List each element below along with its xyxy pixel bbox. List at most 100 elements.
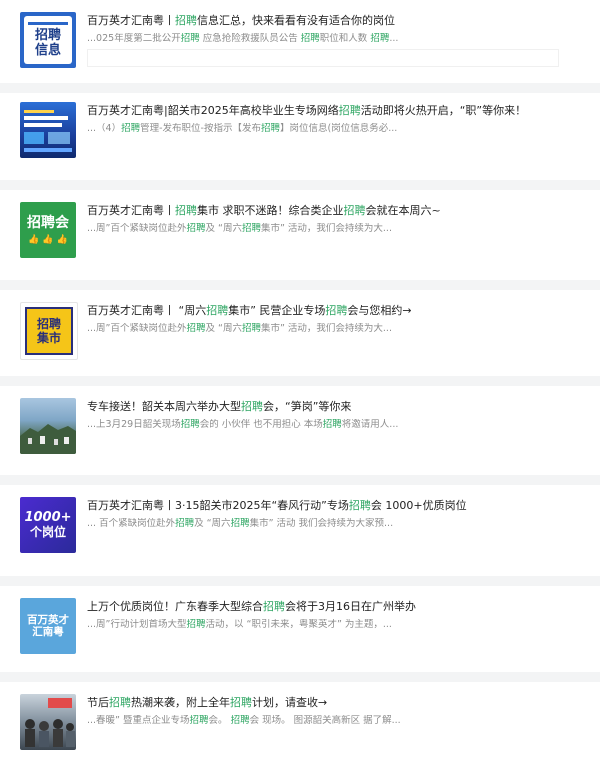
keyword-highlight: 招聘 [230, 518, 250, 529]
list-item[interactable]: 招聘会 👍 👍 👍 百万英才汇南粤丨招聘集市 求职不迷路！综合类企业招聘会就在本周六… [0, 190, 600, 270]
text-run: 活动即将火热开启，“职”等你来！ [360, 104, 527, 117]
text-run: 集市 求职不迷路！综合类企业 [197, 204, 344, 217]
keyword-highlight: 招聘 [175, 518, 195, 529]
text-run: ...周”百个紧缺岗位赴外 [87, 223, 187, 234]
text-run: 集市” 活动，我们会持续为大... [260, 323, 392, 334]
text-run: 计划，请查收→ [252, 696, 328, 709]
result-snippet: ...025年度第二批公开招聘 应急抢险救援队员公告 招聘职位和人数 招聘... [87, 33, 587, 45]
text-run: 专车接送！韶关本周六举办大型 [87, 400, 241, 413]
text-run: 百万英才汇南粤丨 [87, 14, 175, 27]
result-title[interactable]: 上万个优质岗位！广东春季大型综合招聘会将于3月16日在广州举办 [87, 600, 587, 614]
result-title[interactable]: 百万英才汇南粤丨招聘集市 求职不迷路！综合类企业招聘会就在本周六~ [87, 204, 587, 218]
text-run: 会，“笋岗”等你来 [263, 400, 352, 413]
job-fair-banner-icon [20, 102, 76, 158]
keyword-highlight: 招聘 [343, 204, 366, 217]
list-item[interactable]: 1000+ 个岗位 百万英才汇南粤丨3·15韶关市2025年“春风行动”专场招聘会 … [0, 485, 600, 565]
thumb-label: 集市 [36, 331, 61, 345]
text-run: ...周”百个紧缺岗位赴外 [87, 323, 187, 334]
keyword-highlight: 招聘 [260, 123, 280, 134]
text-run: 职位和人数 [319, 33, 371, 44]
result-snippet: ...春暖” 暨重点企业专场招聘会。 招聘会 现场。 图源韶关高新区 据了解..… [87, 715, 587, 727]
keyword-highlight: 招聘 [121, 123, 141, 134]
keyword-highlight: 招聘 [370, 33, 390, 44]
keyword-highlight: 招聘 [241, 223, 261, 234]
text-run: 会的 小伙伴 也不用担心 本场 [199, 419, 323, 430]
keyword-highlight: 招聘 [230, 715, 250, 726]
text-run: 百万英才汇南粤丨 [87, 204, 175, 217]
text-run: ...（4） [87, 123, 122, 134]
result-title[interactable]: 百万英才汇南粤丨招聘信息汇总，快来看看有没有适合你的岗位 [87, 14, 587, 28]
keyword-highlight: 招聘 [241, 400, 263, 413]
crowd-photo-icon [20, 694, 76, 750]
text-run: 会。 [208, 715, 231, 726]
text-run: 集市” 活动 我们会持续为大家预... [249, 518, 394, 529]
keyword-highlight: 招聘 [300, 33, 320, 44]
result-snippet: ...上3月29日韶关现场招聘会的 小伙伴 也不用担心 本场招聘将邀请用人... [87, 419, 587, 431]
thumbs-up-icon: 👍 👍 👍 [28, 235, 68, 246]
text-run: 及 “周六 [205, 223, 242, 234]
keyword-highlight: 招聘 [186, 619, 206, 630]
text-run: 会 现场。 图源韶关高新区 据了解... [249, 715, 401, 726]
keyword-highlight: 招聘 [241, 323, 261, 334]
list-item[interactable]: 百万英才汇南粤|韶关市2025年高校毕业生专场网络招聘活动即将火热开启，“职”等… [0, 90, 600, 170]
city-photo-icon [20, 398, 76, 454]
text-run: 节后 [87, 696, 109, 709]
thousand-jobs-icon: 1000+ 个岗位 [20, 497, 76, 553]
list-separator [0, 475, 600, 485]
search-result-feed: 招聘 信息 百万英才汇南粤丨招聘信息汇总，快来看看有没有适合你的岗位 ...025年度… [0, 0, 600, 766]
result-title[interactable]: 百万英才汇南粤丨3·15韶关市2025年“春风行动”专场招聘会 1000+优质岗… [87, 499, 587, 513]
text-run: 集市” 民营企业专场 [228, 304, 326, 317]
text-run: 百万英才汇南粤|韶关市2025年高校毕业生专场网络 [87, 104, 339, 117]
list-item[interactable]: 节后招聘热潮来袭，附上全年招聘计划，请查收→ ...春暖” 暨重点企业专场招聘会。… [0, 682, 600, 762]
text-run: 百万英才汇南粤丨3·15韶关市2025年“春风行动”专场 [87, 499, 349, 512]
list-item[interactable]: 百万英才 汇南粤 上万个优质岗位！广东春季大型综合招聘会将于3月16日在广州举办..… [0, 586, 600, 666]
thumb-label: 招聘 [34, 28, 61, 43]
text-run: 集市” 活动，我们会持续为大... [260, 223, 392, 234]
thumb-label: 招聘 [36, 317, 61, 331]
text-run: 】岗位信息(岗位信息务必... [280, 123, 398, 134]
thumb-label: 百万英才 [27, 613, 69, 626]
text-run: ... 百个紧缺岗位赴外 [87, 518, 176, 529]
text-run: 上万个优质岗位！广东春季大型综合 [87, 600, 263, 613]
thumb-label: 个岗位 [29, 524, 66, 539]
text-run: ...周”行动计划首场大型 [87, 619, 187, 630]
talent-guangdong-icon: 百万英才 汇南粤 [20, 598, 76, 654]
keyword-highlight: 招聘 [186, 323, 206, 334]
list-item[interactable]: 专车接送！韶关本周六举办大型招聘会，“笋岗”等你来 ...上3月29日韶关现场招聘… [0, 386, 600, 466]
text-run: 应急抢险救援队员公告 [199, 33, 301, 44]
empty-input-bar[interactable] [87, 49, 559, 67]
result-title[interactable]: 百万英才汇南粤丨 “周六招聘集市” 民营企业专场招聘会与您相约→ [87, 304, 587, 318]
text-run: 活动，以 “职引未来，粤聚英才” 为主题，... [205, 619, 392, 630]
list-separator [0, 672, 600, 682]
result-title[interactable]: 专车接送！韶关本周六举办大型招聘会，“笋岗”等你来 [87, 400, 587, 414]
list-item[interactable]: 招聘 信息 百万英才汇南粤丨招聘信息汇总，快来看看有没有适合你的岗位 ...025年度… [0, 0, 600, 80]
thumb-label: 信息 [34, 43, 61, 58]
list-item[interactable]: 招聘 集市 百万英才汇南粤丨 “周六招聘集市” 民营企业专场招聘会与您相约→ ...周… [0, 290, 600, 370]
result-snippet: ...周”百个紧缺岗位赴外招聘及 “周六招聘集市” 活动，我们会持续为大... [87, 323, 587, 335]
keyword-highlight: 招聘 [338, 104, 361, 117]
recruit-info-icon: 招聘 信息 [20, 12, 76, 68]
text-run: 及 “周六 [194, 518, 231, 529]
text-run: 会将于3月16日在广州举办 [285, 600, 416, 613]
result-snippet: ...周”行动计划首场大型招聘活动，以 “职引未来，粤聚英才” 为主题，... [87, 619, 587, 631]
text-run: ... [389, 33, 399, 44]
list-separator [0, 376, 600, 386]
thumb-label: 1000+ [24, 509, 72, 525]
text-run: 会 1000+优质岗位 [370, 499, 467, 512]
text-run: 百万英才汇南粤丨 “周六 [87, 304, 207, 317]
result-title[interactable]: 百万英才汇南粤|韶关市2025年高校毕业生专场网络招聘活动即将火热开启，“职”等… [87, 104, 587, 118]
keyword-highlight: 招聘 [175, 204, 197, 217]
keyword-highlight: 招聘 [206, 304, 229, 317]
keyword-highlight: 招聘 [189, 715, 209, 726]
result-snippet: ... 百个紧缺岗位赴外招聘及 “周六招聘集市” 活动 我们会持续为大家预... [87, 518, 587, 530]
thumb-label: 汇南粤 [32, 626, 64, 638]
result-title[interactable]: 节后招聘热潮来袭，附上全年招聘计划，请查收→ [87, 696, 587, 710]
text-run: 信息汇总，快来看看有没有适合你的岗位 [197, 14, 395, 27]
text-run: ...025年度第二批公开 [87, 33, 181, 44]
text-run: 会与您相约→ [347, 304, 412, 317]
text-run: ...上3月29日韶关现场 [87, 419, 181, 430]
keyword-highlight: 招聘 [348, 499, 371, 512]
list-separator [0, 576, 600, 586]
keyword-highlight: 招聘 [175, 14, 197, 27]
text-run: 管理-发布职位-按指示【发布 [140, 123, 261, 134]
